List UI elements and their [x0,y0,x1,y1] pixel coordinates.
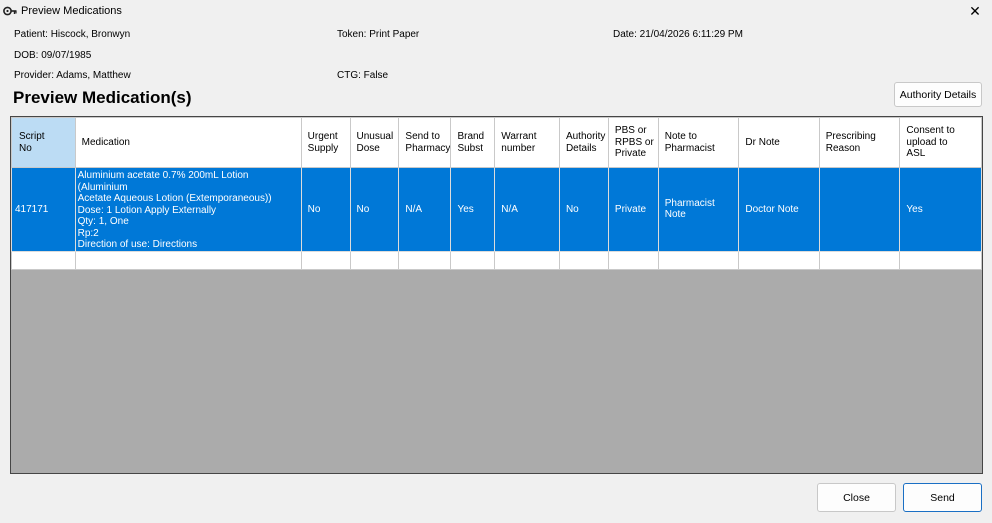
provider-label: Provider: Adams, Matthew [14,70,131,81]
page-title: Preview Medication(s) [13,88,192,107]
column-header-send-to-pharmacy[interactable]: Send to Pharmacy [398,117,452,168]
title-bar: Preview Medications ✕ [0,0,992,22]
column-header-pbs-rpbs-private[interactable]: PBS or RPBS or Private [607,117,659,168]
medications-table: Script No Medication Urgent Supply Unusu… [11,117,982,270]
cell-prescribing-reason [818,167,901,252]
table-header-row: Script No Medication Urgent Supply Unusu… [11,117,982,168]
date-label: Date: 21/04/2026 6:11:29 PM [613,29,743,40]
cell-note-to-pharmacist: Pharmacist Note [657,167,740,252]
ctg-label: CTG: False [337,70,389,81]
cell-urgent-supply: No [300,167,351,252]
empty-cell[interactable] [349,250,400,270]
empty-cell[interactable] [398,250,452,270]
close-button[interactable]: Close [817,483,896,512]
cell-medication: Aluminium acetate 0.7% 200mL Lotion (Alu… [74,167,302,252]
column-header-urgent-supply[interactable]: Urgent Supply [300,117,351,168]
cell-unusual-dose: No [349,167,400,252]
close-icon[interactable]: ✕ [966,2,984,20]
column-header-warrant-number[interactable]: Warrant number [494,117,560,168]
empty-cell[interactable] [300,250,351,270]
send-button[interactable]: Send [903,483,982,512]
column-header-dr-note[interactable]: Dr Note [738,117,820,168]
token-label: Token: Print Paper [337,29,420,40]
column-header-prescribing-reason[interactable]: Prescribing Reason [818,117,901,168]
column-header-unusual-dose[interactable]: Unusual Dose [349,117,400,168]
cell-script-no: 417171 [11,167,76,252]
column-header-consent-to-upload[interactable]: Consent to upload to ASL [899,117,982,168]
empty-cell[interactable] [899,250,982,270]
cell-warrant-number: N/A [494,167,560,252]
empty-cell[interactable] [607,250,659,270]
patient-label: Patient: Hiscock, Bronwyn [14,29,131,40]
cell-send-to-pharmacy: N/A [398,167,452,252]
cell-brand-subst: Yes [450,167,496,252]
empty-cell[interactable] [11,250,76,270]
empty-cell[interactable] [494,250,560,270]
authority-details-button[interactable]: Authority Details [894,82,982,107]
cell-consent-to-upload: Yes [899,167,982,252]
table-row[interactable]: 417171 Aluminium acetate 0.7% 200mL Loti… [11,167,982,252]
new-row[interactable] [11,250,982,270]
cell-authority-details: No [558,167,609,252]
empty-cell[interactable] [74,250,302,270]
medications-grid[interactable]: Script No Medication Urgent Supply Unusu… [10,116,983,474]
empty-cell[interactable] [818,250,901,270]
cell-pbs-rpbs-private: Private [607,167,659,252]
cell-dr-note: Doctor Note [738,167,820,252]
empty-cell[interactable] [657,250,740,270]
empty-cell[interactable] [558,250,609,270]
empty-cell[interactable] [450,250,496,270]
dob-label: DOB: 09/07/1985 [14,50,92,61]
column-header-authority-details[interactable]: Authority Details [558,117,609,168]
column-header-brand-subst[interactable]: Brand Subst [450,117,496,168]
column-header-note-to-pharmacist[interactable]: Note to Pharmacist [657,117,740,168]
empty-cell[interactable] [738,250,820,270]
window-title: Preview Medications [21,5,122,17]
column-header-script-no[interactable]: Script No [11,117,76,168]
key-icon [3,6,17,16]
column-header-medication[interactable]: Medication [74,117,302,168]
